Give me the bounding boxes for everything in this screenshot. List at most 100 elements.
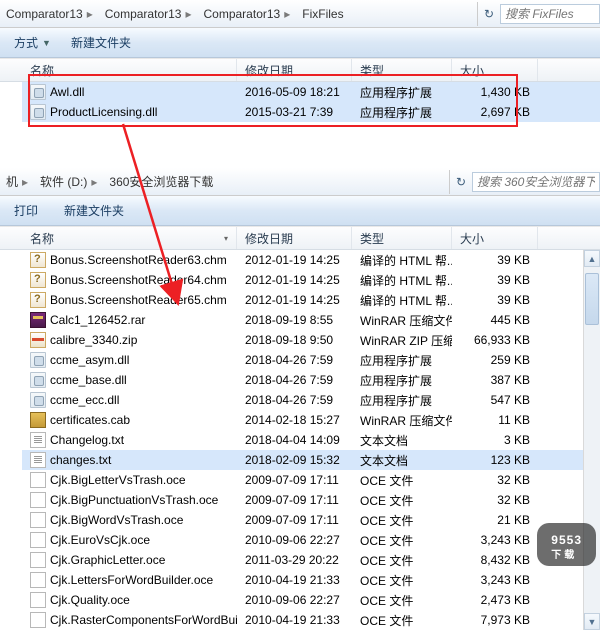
crumb[interactable]: Comparator13▸ bbox=[198, 2, 297, 26]
txt-icon bbox=[30, 452, 46, 468]
table-row[interactable]: Cjk.LettersForWordBuilder.oce2010-04-19 … bbox=[22, 570, 600, 590]
table-row[interactable]: changes.txt2018-02-09 15:32文本文档123 KB bbox=[22, 450, 600, 470]
table-row[interactable]: ccme_base.dll2018-04-26 7:59应用程序扩展387 KB bbox=[22, 370, 600, 390]
file-size: 387 KB bbox=[452, 373, 538, 387]
file-size: 66,933 KB bbox=[452, 333, 538, 347]
file-name: Cjk.BigPunctuationVsTrash.oce bbox=[50, 493, 218, 507]
table-row[interactable]: Awl.dll2016-05-09 18:21应用程序扩展1,430 KB bbox=[22, 82, 600, 102]
file-name: ccme_ecc.dll bbox=[50, 393, 119, 407]
crumb[interactable]: 360安全浏览器下载 bbox=[103, 170, 219, 194]
table-row[interactable]: Changelog.txt2018-04-04 14:09文本文档3 KB bbox=[22, 430, 600, 450]
file-size: 1,430 KB bbox=[452, 85, 538, 99]
table-row[interactable]: Cjk.RasterComponentsForWordBuil...2010-0… bbox=[22, 610, 600, 630]
file-type: OCE 文件 bbox=[352, 472, 452, 489]
file-name: Bonus.ScreenshotReader65.chm bbox=[50, 293, 227, 307]
oce-icon bbox=[30, 472, 46, 488]
rar-icon bbox=[30, 312, 46, 328]
table-row[interactable]: calibre_3340.zip2018-09-18 9:50WinRAR ZI… bbox=[22, 330, 600, 350]
file-date: 2018-04-04 14:09 bbox=[237, 433, 352, 447]
table-row[interactable]: certificates.cab2014-02-18 15:27WinRAR 压… bbox=[22, 410, 600, 430]
file-size: 445 KB bbox=[452, 313, 538, 327]
file-name: ccme_base.dll bbox=[50, 373, 127, 387]
header-type[interactable]: 类型 bbox=[352, 59, 452, 81]
file-size: 2,697 KB bbox=[452, 105, 538, 119]
table-row[interactable]: Bonus.ScreenshotReader65.chm2012-01-19 1… bbox=[22, 290, 600, 310]
file-size: 3,243 KB bbox=[452, 573, 538, 587]
dll-icon bbox=[30, 392, 46, 408]
refresh-icon[interactable]: ↻ bbox=[478, 3, 500, 25]
scroll-down-icon[interactable]: ▼ bbox=[584, 613, 600, 630]
file-name: Calc1_126452.rar bbox=[50, 313, 145, 327]
crumb[interactable]: Comparator13▸ bbox=[0, 2, 99, 26]
file-date: 2010-04-19 21:33 bbox=[237, 613, 352, 627]
file-name: Cjk.BigLetterVsTrash.oce bbox=[50, 473, 186, 487]
scroll-up-icon[interactable]: ▲ bbox=[584, 250, 600, 267]
table-row[interactable]: Cjk.BigPunctuationVsTrash.oce 2009-07-09 … bbox=[22, 490, 600, 510]
file-type: OCE 文件 bbox=[352, 552, 452, 569]
file-type: 文本文档 bbox=[352, 432, 452, 449]
file-size: 259 KB bbox=[452, 353, 538, 367]
header-date[interactable]: 修改日期 bbox=[237, 59, 352, 81]
header-size[interactable]: 大小 bbox=[452, 59, 538, 81]
crumb[interactable]: Comparator13▸ bbox=[99, 2, 198, 26]
file-date: 2018-04-26 7:59 bbox=[237, 373, 352, 387]
cab-icon bbox=[30, 412, 46, 428]
file-name: Cjk.BigWordVsTrash.oce bbox=[50, 513, 183, 527]
table-row[interactable]: Cjk.BigWordVsTrash.oce2009-07-09 17:11OC… bbox=[22, 510, 600, 530]
file-type: OCE 文件 bbox=[352, 572, 452, 589]
table-row[interactable]: Calc1_126452.rar2018-09-19 8:55WinRAR 压缩… bbox=[22, 310, 600, 330]
table-row[interactable]: Cjk.Quality.oce2010-09-06 22:27OCE 文件2,4… bbox=[22, 590, 600, 610]
table-row[interactable]: Cjk.BigLetterVsTrash.oce 2009-07-09 17:11… bbox=[22, 470, 600, 490]
file-date: 2009-07-09 17:11 bbox=[237, 473, 352, 487]
scroll-thumb[interactable] bbox=[585, 273, 599, 325]
file-date: 2010-09-06 22:27 bbox=[237, 533, 352, 547]
crumb[interactable]: 软件 (D:)▸ bbox=[34, 170, 103, 194]
header-name[interactable]: 名称 bbox=[22, 59, 237, 81]
file-list: Bonus.ScreenshotReader63.chm2012-01-19 1… bbox=[0, 250, 600, 630]
file-size: 3 KB bbox=[452, 433, 538, 447]
file-name: calibre_3340.zip bbox=[50, 333, 137, 347]
crumb[interactable]: FixFiles bbox=[296, 2, 349, 26]
oce-icon bbox=[30, 612, 46, 628]
file-size: 32 KB bbox=[452, 473, 538, 487]
crumb-prefix[interactable]: 机▸ bbox=[0, 170, 34, 194]
new-folder-button[interactable]: 新建文件夹 bbox=[63, 32, 139, 54]
table-row[interactable]: ProductLicensing.dll2015-03-21 7:39应用程序扩… bbox=[22, 102, 600, 122]
file-date: 2010-04-19 21:33 bbox=[237, 573, 352, 587]
print-button[interactable]: 打印 bbox=[6, 200, 46, 222]
oce-icon bbox=[30, 592, 46, 608]
scrollbar[interactable]: ▲ ▼ bbox=[583, 250, 600, 630]
file-name: Awl.dll bbox=[50, 85, 84, 99]
chm-icon bbox=[30, 292, 46, 308]
view-menu[interactable]: 方式▼ bbox=[6, 32, 59, 54]
breadcrumb: 机▸ 软件 (D:)▸ 360安全浏览器下载 ↻ bbox=[0, 168, 600, 196]
header-size[interactable]: 大小 bbox=[452, 227, 538, 249]
table-row[interactable]: Cjk.GraphicLetter.oce2011-03-29 20:22OCE… bbox=[22, 550, 600, 570]
table-row[interactable]: ccme_asym.dll2018-04-26 7:59应用程序扩展259 KB bbox=[22, 350, 600, 370]
file-name: ProductLicensing.dll bbox=[50, 105, 157, 119]
search-input[interactable] bbox=[472, 172, 600, 192]
header-type[interactable]: 类型 bbox=[352, 227, 452, 249]
file-date: 2009-07-09 17:11 bbox=[237, 493, 352, 507]
refresh-icon[interactable]: ↻ bbox=[450, 171, 472, 193]
table-row[interactable]: Bonus.ScreenshotReader63.chm2012-01-19 1… bbox=[22, 250, 600, 270]
file-size: 2,473 KB bbox=[452, 593, 538, 607]
file-name: Cjk.Quality.oce bbox=[50, 593, 130, 607]
table-row[interactable]: Bonus.ScreenshotReader64.chm2012-01-19 1… bbox=[22, 270, 600, 290]
file-size: 11 KB bbox=[452, 413, 538, 427]
new-folder-button[interactable]: 新建文件夹 bbox=[56, 200, 132, 222]
file-size: 7,973 KB bbox=[452, 613, 538, 627]
file-size: 8,432 KB bbox=[452, 553, 538, 567]
oce-icon bbox=[30, 492, 46, 508]
file-size: 3,243 KB bbox=[452, 533, 538, 547]
search-input[interactable] bbox=[500, 4, 600, 24]
chm-icon bbox=[30, 272, 46, 288]
file-date: 2018-04-26 7:59 bbox=[237, 393, 352, 407]
file-date: 2018-09-18 9:50 bbox=[237, 333, 352, 347]
header-name[interactable]: 名称▾ bbox=[22, 227, 237, 249]
table-row[interactable]: ccme_ecc.dll2018-04-26 7:59应用程序扩展547 KB bbox=[22, 390, 600, 410]
header-date[interactable]: 修改日期 bbox=[237, 227, 352, 249]
dll-icon bbox=[30, 352, 46, 368]
file-type: 应用程序扩展 bbox=[352, 392, 452, 409]
table-row[interactable]: Cjk.EuroVsCjk.oce2010-09-06 22:27OCE 文件3… bbox=[22, 530, 600, 550]
